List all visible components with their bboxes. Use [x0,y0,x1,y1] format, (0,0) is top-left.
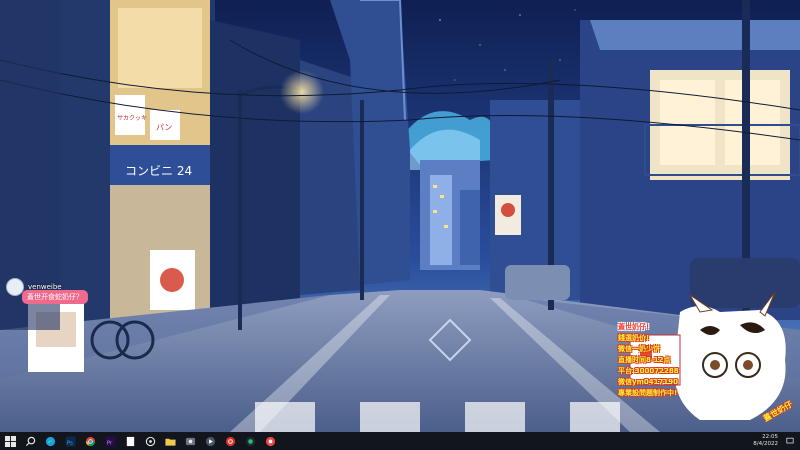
app-icon[interactable] [160,432,180,450]
desktop: コンビニ 24 サカクッキ パン venweibe 蓋世开食蛇奶仔？ 蓋世奶仔!… [0,0,800,432]
svg-text:サカクッキ: サカクッキ [117,115,147,122]
svg-text:Pr: Pr [106,440,112,446]
taskbar: Ps Pr 22:05 8/4/2022 [0,432,800,450]
game-icon[interactable] [180,432,200,450]
chat-message: 蓋世开食蛇奶仔？ [22,290,88,304]
notification-icon[interactable] [784,432,796,450]
photoshop-icon[interactable]: Ps [60,432,80,450]
promo-line: 專業設問題制作中! [618,389,678,397]
search-icon[interactable] [20,432,40,450]
svg-text:Ps: Ps [66,440,72,446]
file-explorer-icon[interactable] [140,432,160,450]
promo-line: 錢選奶价! [618,334,650,342]
settings-icon[interactable] [120,432,140,450]
screen-recorder-icon[interactable] [260,432,280,450]
promo-line: 微信一奶少饼 [618,345,660,353]
promo-line: 平台:300072288 [618,367,679,375]
promo-text-block: 蓋世奶仔! 錢選奶价! 微信一奶少饼 直播时间8-12点 平台:30007228… [618,322,706,399]
svg-text:パン: パン [156,123,172,132]
clock[interactable]: 22:05 8/4/2022 [749,434,782,448]
promo-line: 直播时间8-12点 [618,356,671,364]
media-player-icon[interactable] [200,432,220,450]
premiere-icon[interactable]: Pr [100,432,120,450]
system-tray: 22:05 8/4/2022 [749,432,796,450]
promo-title: 蓋世奶仔! [618,323,650,331]
clock-date: 8/4/2022 [753,441,778,447]
camera-icon[interactable] [240,432,260,450]
promo-line: 微信ym0417190 [618,378,678,386]
chrome-icon[interactable] [80,432,100,450]
store-sign: コンビニ 24 [125,164,192,178]
edge-browser-icon[interactable] [40,432,60,450]
windows-start-icon[interactable] [0,432,20,450]
netease-music-icon[interactable] [220,432,240,450]
clock-time: 22:05 [762,434,778,440]
